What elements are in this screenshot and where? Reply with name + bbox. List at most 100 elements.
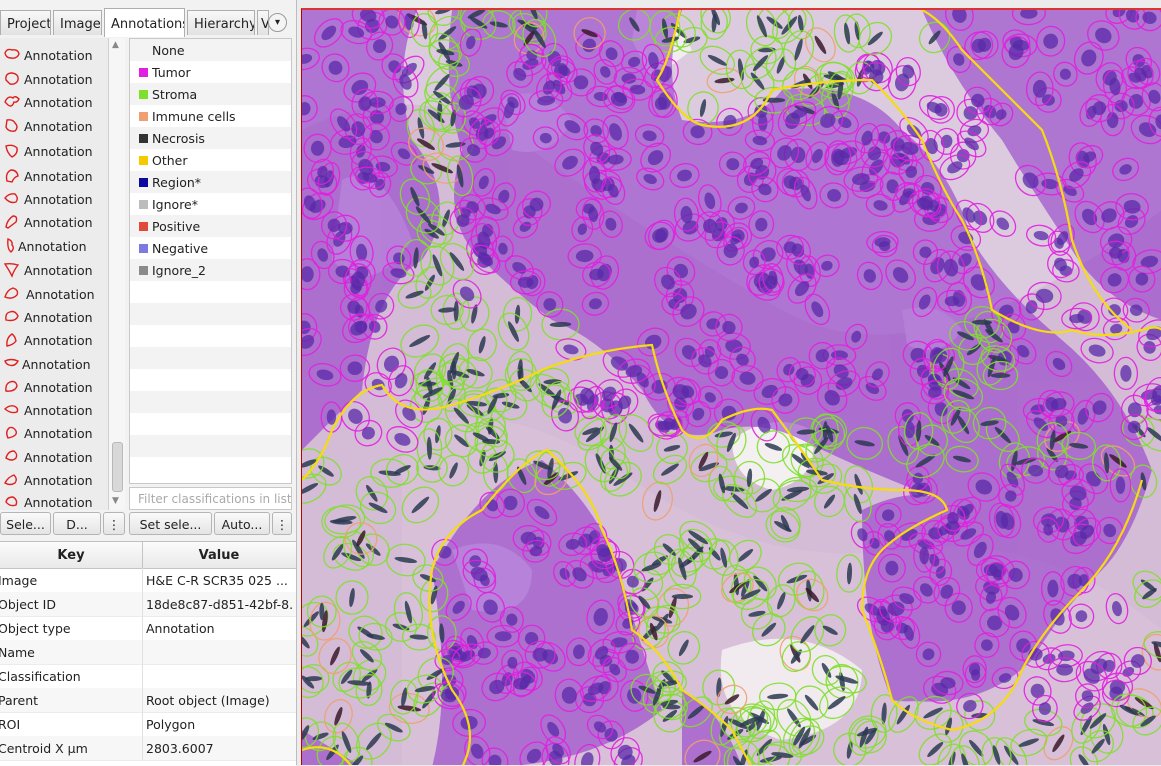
- annotation-more-button[interactable]: ⋮: [103, 512, 125, 535]
- empty-list-row: [130, 303, 291, 325]
- tab-annotations[interactable]: Annotations: [104, 8, 185, 37]
- classification-item[interactable]: Negative: [130, 237, 291, 259]
- annotation-list-item[interactable]: Annotation: [0, 490, 108, 510]
- annotation-list-item[interactable]: Annotation: [0, 328, 108, 351]
- classification-label: Positive: [152, 219, 201, 234]
- image-viewer[interactable]: [301, 8, 1161, 765]
- polygon-annotation-icon: [4, 358, 19, 367]
- tab-image[interactable]: Image: [53, 10, 102, 35]
- classification-item[interactable]: Positive: [130, 215, 291, 237]
- annotation-label: Annotation: [24, 263, 93, 278]
- tab-bar: Project Image Annotations Hierarchy V ▾: [0, 8, 297, 37]
- annotation-list-item[interactable]: Annotation: [0, 398, 108, 421]
- annotation-list-item[interactable]: Annotation: [0, 258, 108, 281]
- annotation-label: Annotation: [24, 119, 93, 134]
- property-row[interactable]: Classification: [0, 664, 296, 689]
- property-value: 2803.6007: [146, 741, 214, 756]
- annotation-label: Annotation: [24, 333, 93, 348]
- classification-item[interactable]: Ignore*: [130, 193, 291, 215]
- class-more-button[interactable]: ⋮: [272, 512, 292, 535]
- annotation-list-item[interactable]: Annotation: [0, 164, 108, 187]
- property-row[interactable]: Centroid X µm 2803.6007: [0, 736, 296, 761]
- auto-button[interactable]: Auto...: [214, 512, 270, 535]
- property-key: Centroid X µm: [0, 741, 88, 756]
- classification-label: Region*: [152, 175, 202, 190]
- annotation-label: Annotation: [24, 495, 93, 510]
- classification-item[interactable]: Necrosis: [130, 127, 291, 149]
- classification-item[interactable]: Immune cells: [130, 105, 291, 127]
- empty-list-row: [130, 281, 291, 303]
- classification-list[interactable]: None Tumor Stroma Immune cells Necrosis Other…: [129, 38, 292, 484]
- annotation-label: Annotation: [24, 473, 93, 488]
- polygon-annotation-icon: [4, 96, 20, 107]
- empty-list-row: [130, 325, 291, 347]
- empty-list-row: [130, 391, 291, 413]
- tab-hierarchy[interactable]: Hierarchy: [187, 10, 255, 35]
- annotation-list-item[interactable]: Annotation: [0, 445, 108, 468]
- select-button[interactable]: Sele...: [0, 512, 51, 535]
- histology-image[interactable]: [302, 10, 1161, 765]
- scroll-up-icon[interactable]: ▲: [112, 40, 119, 50]
- annotation-list-item[interactable]: Annotation: [0, 43, 108, 66]
- annotation-list[interactable]: Annotation Annotation Annotation Annotation…: [0, 38, 108, 510]
- annotation-list-item[interactable]: Annotation: [0, 90, 108, 113]
- polygon-annotation-icon: [4, 193, 18, 204]
- scrollbar-thumb[interactable]: [112, 442, 123, 492]
- annotation-list-item[interactable]: Annotation: [0, 468, 108, 491]
- tab-project[interactable]: Project: [0, 10, 51, 35]
- class-color-swatch: [139, 156, 148, 165]
- annotation-label: Annotation: [18, 239, 87, 254]
- property-value: 18de8c87-d851-42bf-8...: [146, 597, 294, 612]
- empty-list-row: [130, 457, 291, 479]
- annotation-label: Annotation: [24, 310, 93, 325]
- annotation-list-scrollbar[interactable]: ▲ ▼: [108, 38, 125, 510]
- classification-label: Tumor: [152, 65, 191, 80]
- annotation-list-item[interactable]: Annotation: [0, 114, 108, 137]
- polygon-annotation-icon: [5, 380, 18, 392]
- annotation-list-item[interactable]: Annotation: [0, 375, 108, 398]
- classification-item[interactable]: Other: [130, 149, 291, 171]
- key-column-header[interactable]: Key: [0, 548, 142, 563]
- annotation-list-item[interactable]: Annotation: [0, 305, 108, 328]
- delete-button[interactable]: D...: [53, 512, 101, 535]
- properties-header: Key Value: [0, 542, 296, 569]
- polygon-annotation-icon: [3, 405, 19, 414]
- property-row[interactable]: Parent Root object (Image): [0, 688, 296, 713]
- class-color-swatch: [139, 244, 148, 253]
- classification-item[interactable]: Tumor: [130, 61, 291, 83]
- annotation-list-item[interactable]: Annotation: [0, 421, 108, 444]
- annotation-list-item[interactable]: Annotation: [0, 282, 108, 305]
- annotation-list-item[interactable]: Annotation: [0, 139, 108, 162]
- annotation-list-item[interactable]: Annotation: [0, 352, 108, 375]
- classification-label: Ignore_2: [152, 263, 206, 278]
- annotation-list-item[interactable]: Annotation: [0, 187, 108, 210]
- annotation-list-item[interactable]: Annotation: [0, 234, 108, 257]
- classification-item[interactable]: Ignore_2: [130, 259, 291, 281]
- polygon-annotation-icon: [5, 215, 18, 229]
- property-row[interactable]: Object ID 18de8c87-d851-42bf-8...: [0, 592, 296, 617]
- class-color-swatch: [139, 90, 148, 99]
- annotation-list-item[interactable]: Annotation: [0, 210, 108, 233]
- property-key: Object type: [0, 621, 71, 636]
- class-color-swatch: [139, 178, 148, 187]
- classification-item[interactable]: Stroma: [130, 83, 291, 105]
- polygon-annotation-icon: [6, 426, 18, 439]
- set-selected-button[interactable]: Set sele...: [129, 512, 212, 535]
- property-value: H&E C-R SCR35 025 ...: [146, 573, 288, 588]
- property-row[interactable]: Object type Annotation: [0, 616, 296, 641]
- value-column-header[interactable]: Value: [143, 548, 295, 563]
- chevron-down-icon[interactable]: ▾: [268, 13, 287, 32]
- annotation-list-item[interactable]: Annotation: [0, 67, 108, 90]
- property-row[interactable]: ROI Polygon: [0, 712, 296, 737]
- classification-item[interactable]: None: [130, 39, 291, 61]
- classification-label: None: [152, 43, 185, 58]
- empty-list-row: [130, 435, 291, 457]
- scroll-down-icon[interactable]: ▼: [112, 496, 119, 506]
- annotation-label: Annotation: [24, 72, 93, 87]
- polygon-annotation-icon: [5, 144, 18, 158]
- empty-list-row: [130, 347, 291, 369]
- classification-item[interactable]: Region*: [130, 171, 291, 193]
- property-row[interactable]: Name: [0, 640, 296, 665]
- filter-classifications-input[interactable]: Filter classifications in list: [129, 487, 292, 510]
- property-row[interactable]: Image H&E C-R SCR35 025 ...: [0, 568, 296, 593]
